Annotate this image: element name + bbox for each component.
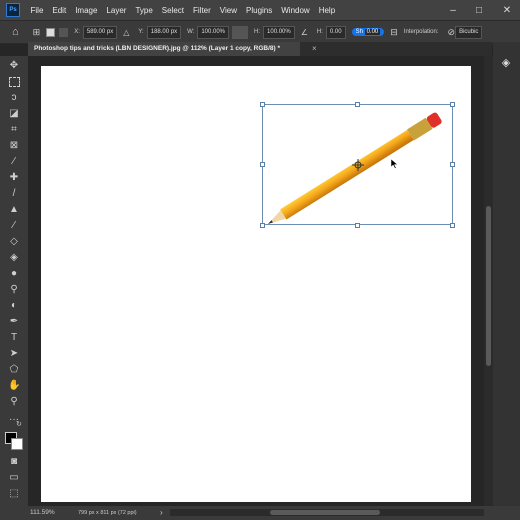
horizontal-scrollbar[interactable] [170,509,484,516]
transform-handle-bottom[interactable] [355,223,360,228]
reference-point-icon[interactable] [352,159,364,171]
vertical-scroll-thumb[interactable] [486,206,491,366]
transform-handle-top-right[interactable] [450,102,455,107]
pencil-image[interactable] [0,0,520,520]
status-menu-arrow-icon[interactable]: › [160,508,163,517]
transform-handle-top-left[interactable] [260,102,265,107]
document-dimensions: 799 px x 811 px (72 ppi) [78,510,137,516]
transform-handle-left[interactable] [260,162,265,167]
transform-handle-bottom-left[interactable] [260,223,265,228]
zoom-level[interactable]: 111.59% [30,509,55,516]
mouse-cursor-icon [391,159,399,169]
transform-handle-right[interactable] [450,162,455,167]
transform-handle-top[interactable] [355,102,360,107]
horizontal-scroll-thumb[interactable] [270,510,380,515]
vertical-scrollbar[interactable] [484,56,493,506]
transform-handle-bottom-right[interactable] [450,223,455,228]
